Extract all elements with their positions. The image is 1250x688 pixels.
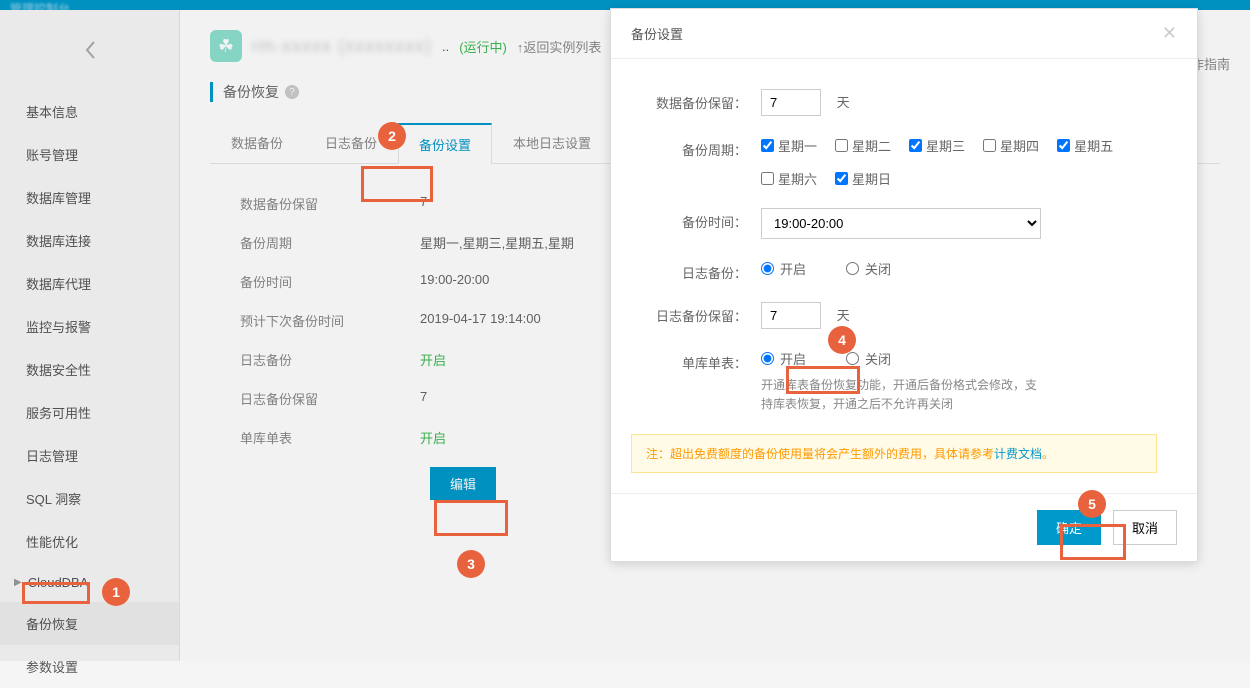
backup-time-select[interactable]: 19:00-20:00 (761, 208, 1041, 239)
checkbox-input[interactable] (1057, 139, 1070, 152)
form-label: 日志备份： (631, 259, 761, 282)
billing-doc-link[interactable]: 计费文档 (994, 447, 1042, 461)
radio-log-on[interactable]: 开启 (761, 259, 806, 278)
close-icon[interactable]: ✕ (1162, 23, 1177, 44)
checkbox-mon[interactable]: 星期一 (761, 136, 817, 155)
checkbox-sun[interactable]: 星期日 (835, 169, 891, 188)
form-label: 备份周期： (631, 136, 761, 159)
form-label: 数据备份保留： (631, 89, 761, 112)
checkbox-input[interactable] (761, 172, 774, 185)
modal-body: 数据备份保留： 天 备份周期： 星期一 星期二 星期三 星期四 星期五 星期六 … (611, 59, 1197, 493)
form-row-log-backup: 日志备份： 开启 关闭 (631, 259, 1157, 282)
annotation-badge-3: 3 (457, 550, 485, 578)
cancel-button[interactable]: 取消 (1113, 510, 1177, 545)
radio-input[interactable] (846, 262, 859, 275)
checkbox-input[interactable] (835, 172, 848, 185)
annotation-badge-2: 2 (378, 122, 406, 150)
checkbox-input[interactable] (835, 139, 848, 152)
single-hint: 开通库表备份恢复功能，开通后备份格式会修改，支持库表恢复，开通之后不允许再关闭 (761, 376, 1041, 414)
form-row-data-retain: 数据备份保留： 天 (631, 89, 1157, 116)
checkbox-fri[interactable]: 星期五 (1057, 136, 1113, 155)
radio-input[interactable] (761, 262, 774, 275)
form-label: 日志备份保留： (631, 302, 761, 325)
notice-text: 超出免费额度的备份使用量将会产生额外的费用，具体请参考 (670, 447, 994, 461)
unit-day: 天 (837, 308, 850, 323)
unit-day: 天 (837, 95, 850, 110)
annotation-badge-5: 5 (1078, 490, 1106, 518)
checkbox-tue[interactable]: 星期二 (835, 136, 891, 155)
radio-input[interactable] (846, 352, 859, 365)
log-retain-input[interactable] (761, 302, 821, 329)
radio-single-off[interactable]: 关闭 (846, 349, 891, 368)
annotation-badge-1: 1 (102, 578, 130, 606)
notice-prefix: 注： (646, 447, 670, 461)
annotation-badge-4: 4 (828, 326, 856, 354)
modal-footer: 确定 取消 (611, 493, 1197, 561)
radio-input[interactable] (761, 352, 774, 365)
radio-single-on[interactable]: 开启 (761, 349, 806, 368)
form-row-log-retain: 日志备份保留： 天 (631, 302, 1157, 329)
form-label: 单库单表： (631, 349, 761, 372)
radio-log-off[interactable]: 关闭 (846, 259, 891, 278)
modal-title: 备份设置 (631, 24, 683, 43)
checkbox-input[interactable] (909, 139, 922, 152)
form-row-time: 备份时间： 19:00-20:00 (631, 208, 1157, 239)
checkbox-wed[interactable]: 星期三 (909, 136, 965, 155)
form-row-cycle: 备份周期： 星期一 星期二 星期三 星期四 星期五 星期六 星期日 (631, 136, 1157, 188)
checkbox-input[interactable] (983, 139, 996, 152)
checkbox-thu[interactable]: 星期四 (983, 136, 1039, 155)
checkbox-sat[interactable]: 星期六 (761, 169, 817, 188)
weekday-checkboxes: 星期一 星期二 星期三 星期四 星期五 星期六 星期日 (761, 136, 1157, 188)
checkbox-input[interactable] (761, 139, 774, 152)
form-label: 备份时间： (631, 208, 761, 231)
notice-box: 注：超出免费额度的备份使用量将会产生额外的费用，具体请参考计费文档。 (631, 434, 1157, 473)
data-retain-input[interactable] (761, 89, 821, 116)
backup-settings-modal: 备份设置 ✕ 数据备份保留： 天 备份周期： 星期一 星期二 星期三 星期四 星… (610, 8, 1198, 562)
modal-header: 备份设置 ✕ (611, 9, 1197, 59)
form-row-single: 单库单表： 开启 关闭 开通库表备份恢复功能，开通后备份格式会修改，支持库表恢复… (631, 349, 1157, 414)
